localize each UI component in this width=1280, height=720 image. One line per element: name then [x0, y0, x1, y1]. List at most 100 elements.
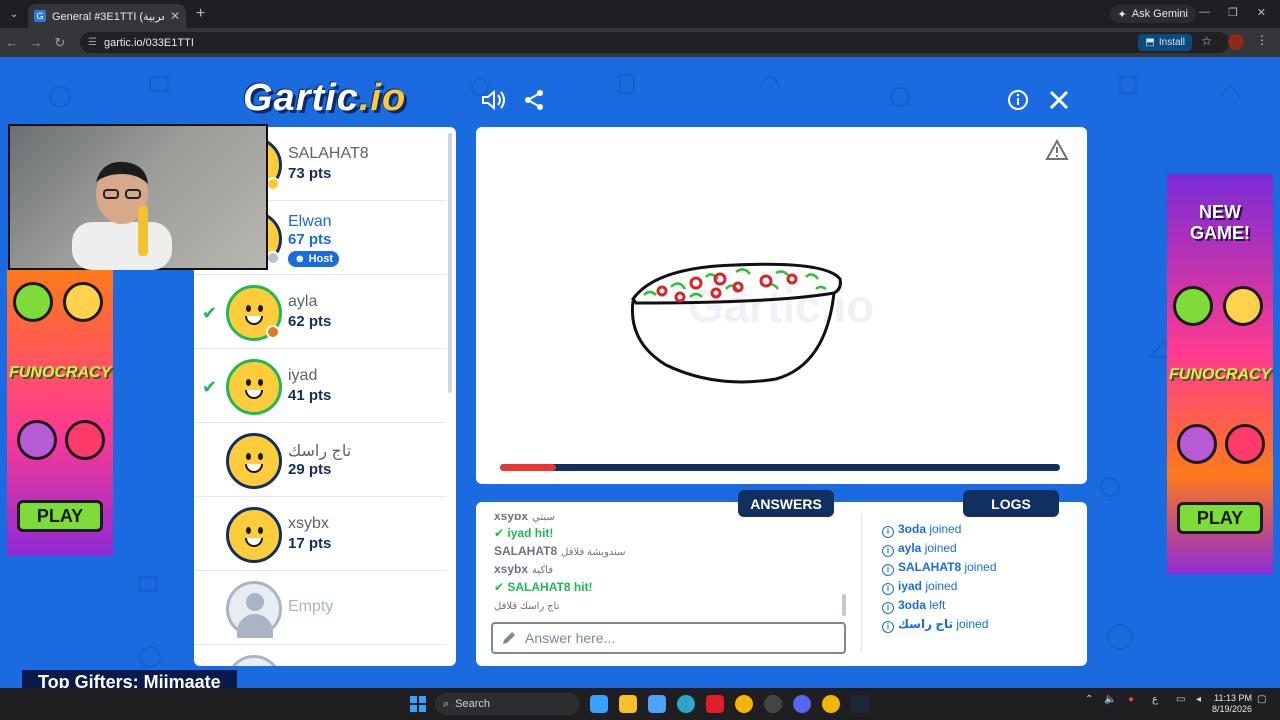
ad-brand: FUNOCRACY [1169, 366, 1272, 383]
bookmark-star-icon[interactable]: ☆ [1201, 34, 1212, 48]
speaker-icon[interactable]: 🔈 [1104, 694, 1116, 705]
answers-logs-panel: ANSWERS LOGS xsybx سبتي ✔ iyad hit! SALAH… [476, 490, 1087, 666]
close-window-icon[interactable]: ✕ [1257, 6, 1266, 19]
close-tab-icon[interactable]: ✕ [170, 9, 180, 23]
edge-icon[interactable] [677, 695, 695, 713]
answer-item: xsybx فاكية [494, 562, 553, 576]
streamer-webcam [72, 161, 172, 270]
back-icon[interactable]: ← [0, 35, 24, 50]
tray-chevron-icon[interactable]: ⌃ [1085, 694, 1093, 705]
browser-tab-strip: ⌄ G General #3E1TTI (العربية) - Gartic ✕… [0, 0, 1280, 28]
ad-brand: FUNOCRACY [9, 364, 112, 381]
right-ad-banner[interactable]: NEW GAME! FUNOCRACY PLAY [1167, 174, 1273, 574]
player-avatar [226, 359, 282, 415]
tab-logs[interactable]: LOGS [963, 490, 1059, 517]
player-status-dot [266, 177, 280, 191]
player-avatar [226, 433, 282, 489]
browser-tab[interactable]: G General #3E1TTI (العربية) - Gartic ✕ [28, 4, 186, 28]
profile-avatar[interactable] [1228, 34, 1244, 50]
clock-time: 11:13 PM [1214, 693, 1252, 703]
site-info-icon[interactable]: ☰ [88, 37, 97, 48]
player-row: xsybx 17 pts [194, 497, 446, 571]
guessed-check-icon: ✔ [202, 377, 218, 397]
discord-icon[interactable] [793, 695, 811, 713]
chrome-icon[interactable] [735, 695, 753, 713]
player-points: 73 pts [288, 165, 332, 182]
host-crown-icon: ☻ [294, 253, 306, 265]
input-language[interactable]: ع [1152, 694, 1158, 705]
players-scrollbar[interactable] [448, 133, 452, 393]
empty-slot-label: Empty [288, 598, 334, 615]
wizard-face-icon [17, 420, 57, 460]
empty-slot [194, 645, 446, 666]
player-points: 41 pts [288, 387, 332, 404]
empty-slot: Empty [194, 571, 446, 645]
log-item: i SALAHAT8 joined [882, 558, 1082, 577]
steam-icon[interactable] [851, 695, 869, 713]
exit-icon[interactable] [1045, 86, 1073, 114]
ask-gemini-button[interactable]: ✦ Ask Gemini [1109, 5, 1196, 23]
address-toolbar: ← → ↻ ☰ gartic.io/033E1TTI [0, 28, 1280, 57]
mic-icon[interactable]: ● [1128, 694, 1134, 705]
logs-list: i 3oda joined i ayla joined i SALAHAT8 join… [882, 520, 1082, 634]
player-row: تاج راسك 29 pts [194, 423, 446, 497]
maximize-icon[interactable]: ❐ [1228, 6, 1238, 19]
answer-input[interactable]: Answer here... [491, 622, 846, 654]
volume-icon[interactable]: ◂ [1196, 694, 1201, 705]
thumbs-up-icon [1173, 286, 1213, 326]
player-points: 62 pts [288, 313, 332, 330]
install-button[interactable]: ⬒ Install [1138, 34, 1192, 51]
reload-icon[interactable]: ↻ [48, 35, 72, 51]
red-app-icon[interactable] [706, 695, 724, 713]
install-label: Install [1158, 37, 1185, 48]
info-icon[interactable] [1004, 86, 1032, 114]
browser-menu-icon[interactable]: ⋮ [1256, 33, 1268, 47]
ad-play-button[interactable]: PLAY [17, 500, 103, 532]
log-item: i 3oda left [882, 596, 1082, 615]
task-view-icon[interactable] [590, 695, 608, 713]
chrome-active-icon[interactable] [822, 695, 840, 713]
gemini-spark-icon: ✦ [1117, 8, 1127, 21]
store-icon[interactable] [648, 695, 666, 713]
taskbar-clock[interactable]: 11:13 PM 8/19/2026 [1212, 693, 1252, 715]
drawing-canvas[interactable]: Gartic.io [476, 127, 1087, 484]
character-face-icon [1223, 286, 1263, 326]
pencil-icon [503, 632, 515, 644]
round-timer-bar [500, 464, 1060, 471]
minimize-icon[interactable]: — [1199, 6, 1210, 18]
player-name: تاج راسك [288, 443, 352, 460]
taskbar-search[interactable]: ⌕ Search [435, 693, 580, 715]
wizard-face-icon [1177, 424, 1217, 464]
player-row: ✔ iyad 41 pts [194, 349, 446, 423]
network-icon[interactable]: ▭ [1176, 694, 1185, 705]
salad-bowl-drawing: Gartic.io [630, 262, 874, 384]
tab-search-icon[interactable]: ⌄ [0, 0, 28, 28]
host-badge: ☻ Host [288, 251, 340, 267]
round-timer-fill [500, 464, 556, 471]
taskbar-search-label: Search [455, 698, 491, 710]
forward-icon[interactable]: → [24, 35, 48, 50]
sound-icon[interactable] [479, 86, 507, 114]
log-item: i ayla joined [882, 539, 1082, 558]
notification-icon[interactable]: ▢ [1257, 694, 1266, 705]
answer-item: تاج راسك فلافل [494, 601, 560, 612]
url-bar[interactable]: ☰ gartic.io/033E1TTI [80, 32, 1230, 53]
player-points: 67 pts [288, 231, 332, 248]
player-points: 29 pts [288, 461, 332, 478]
log-item: i تاج راسك joined [882, 615, 1082, 634]
player-name: SALAHAT8 [288, 145, 369, 162]
left-ad-banner[interactable]: FUNOCRACY PLAY [7, 270, 113, 556]
ad-play-button[interactable]: PLAY [1177, 502, 1263, 534]
tab-title: General #3E1TTI (العربية) - Gartic [52, 10, 164, 23]
answer-item: SALAHAT8 سندويشة فلافل [494, 544, 626, 558]
file-explorer-icon[interactable] [619, 695, 637, 713]
player-status-dot [266, 251, 280, 265]
player-name: iyad [288, 367, 318, 384]
new-tab-icon[interactable]: + [196, 5, 205, 23]
app-icon[interactable] [764, 695, 782, 713]
player-name: Elwan [288, 213, 332, 230]
windows-start-icon[interactable] [410, 696, 426, 712]
tab-answers[interactable]: ANSWERS [738, 490, 834, 517]
share-icon[interactable] [520, 86, 548, 114]
answers-scrollbar[interactable] [842, 594, 846, 616]
